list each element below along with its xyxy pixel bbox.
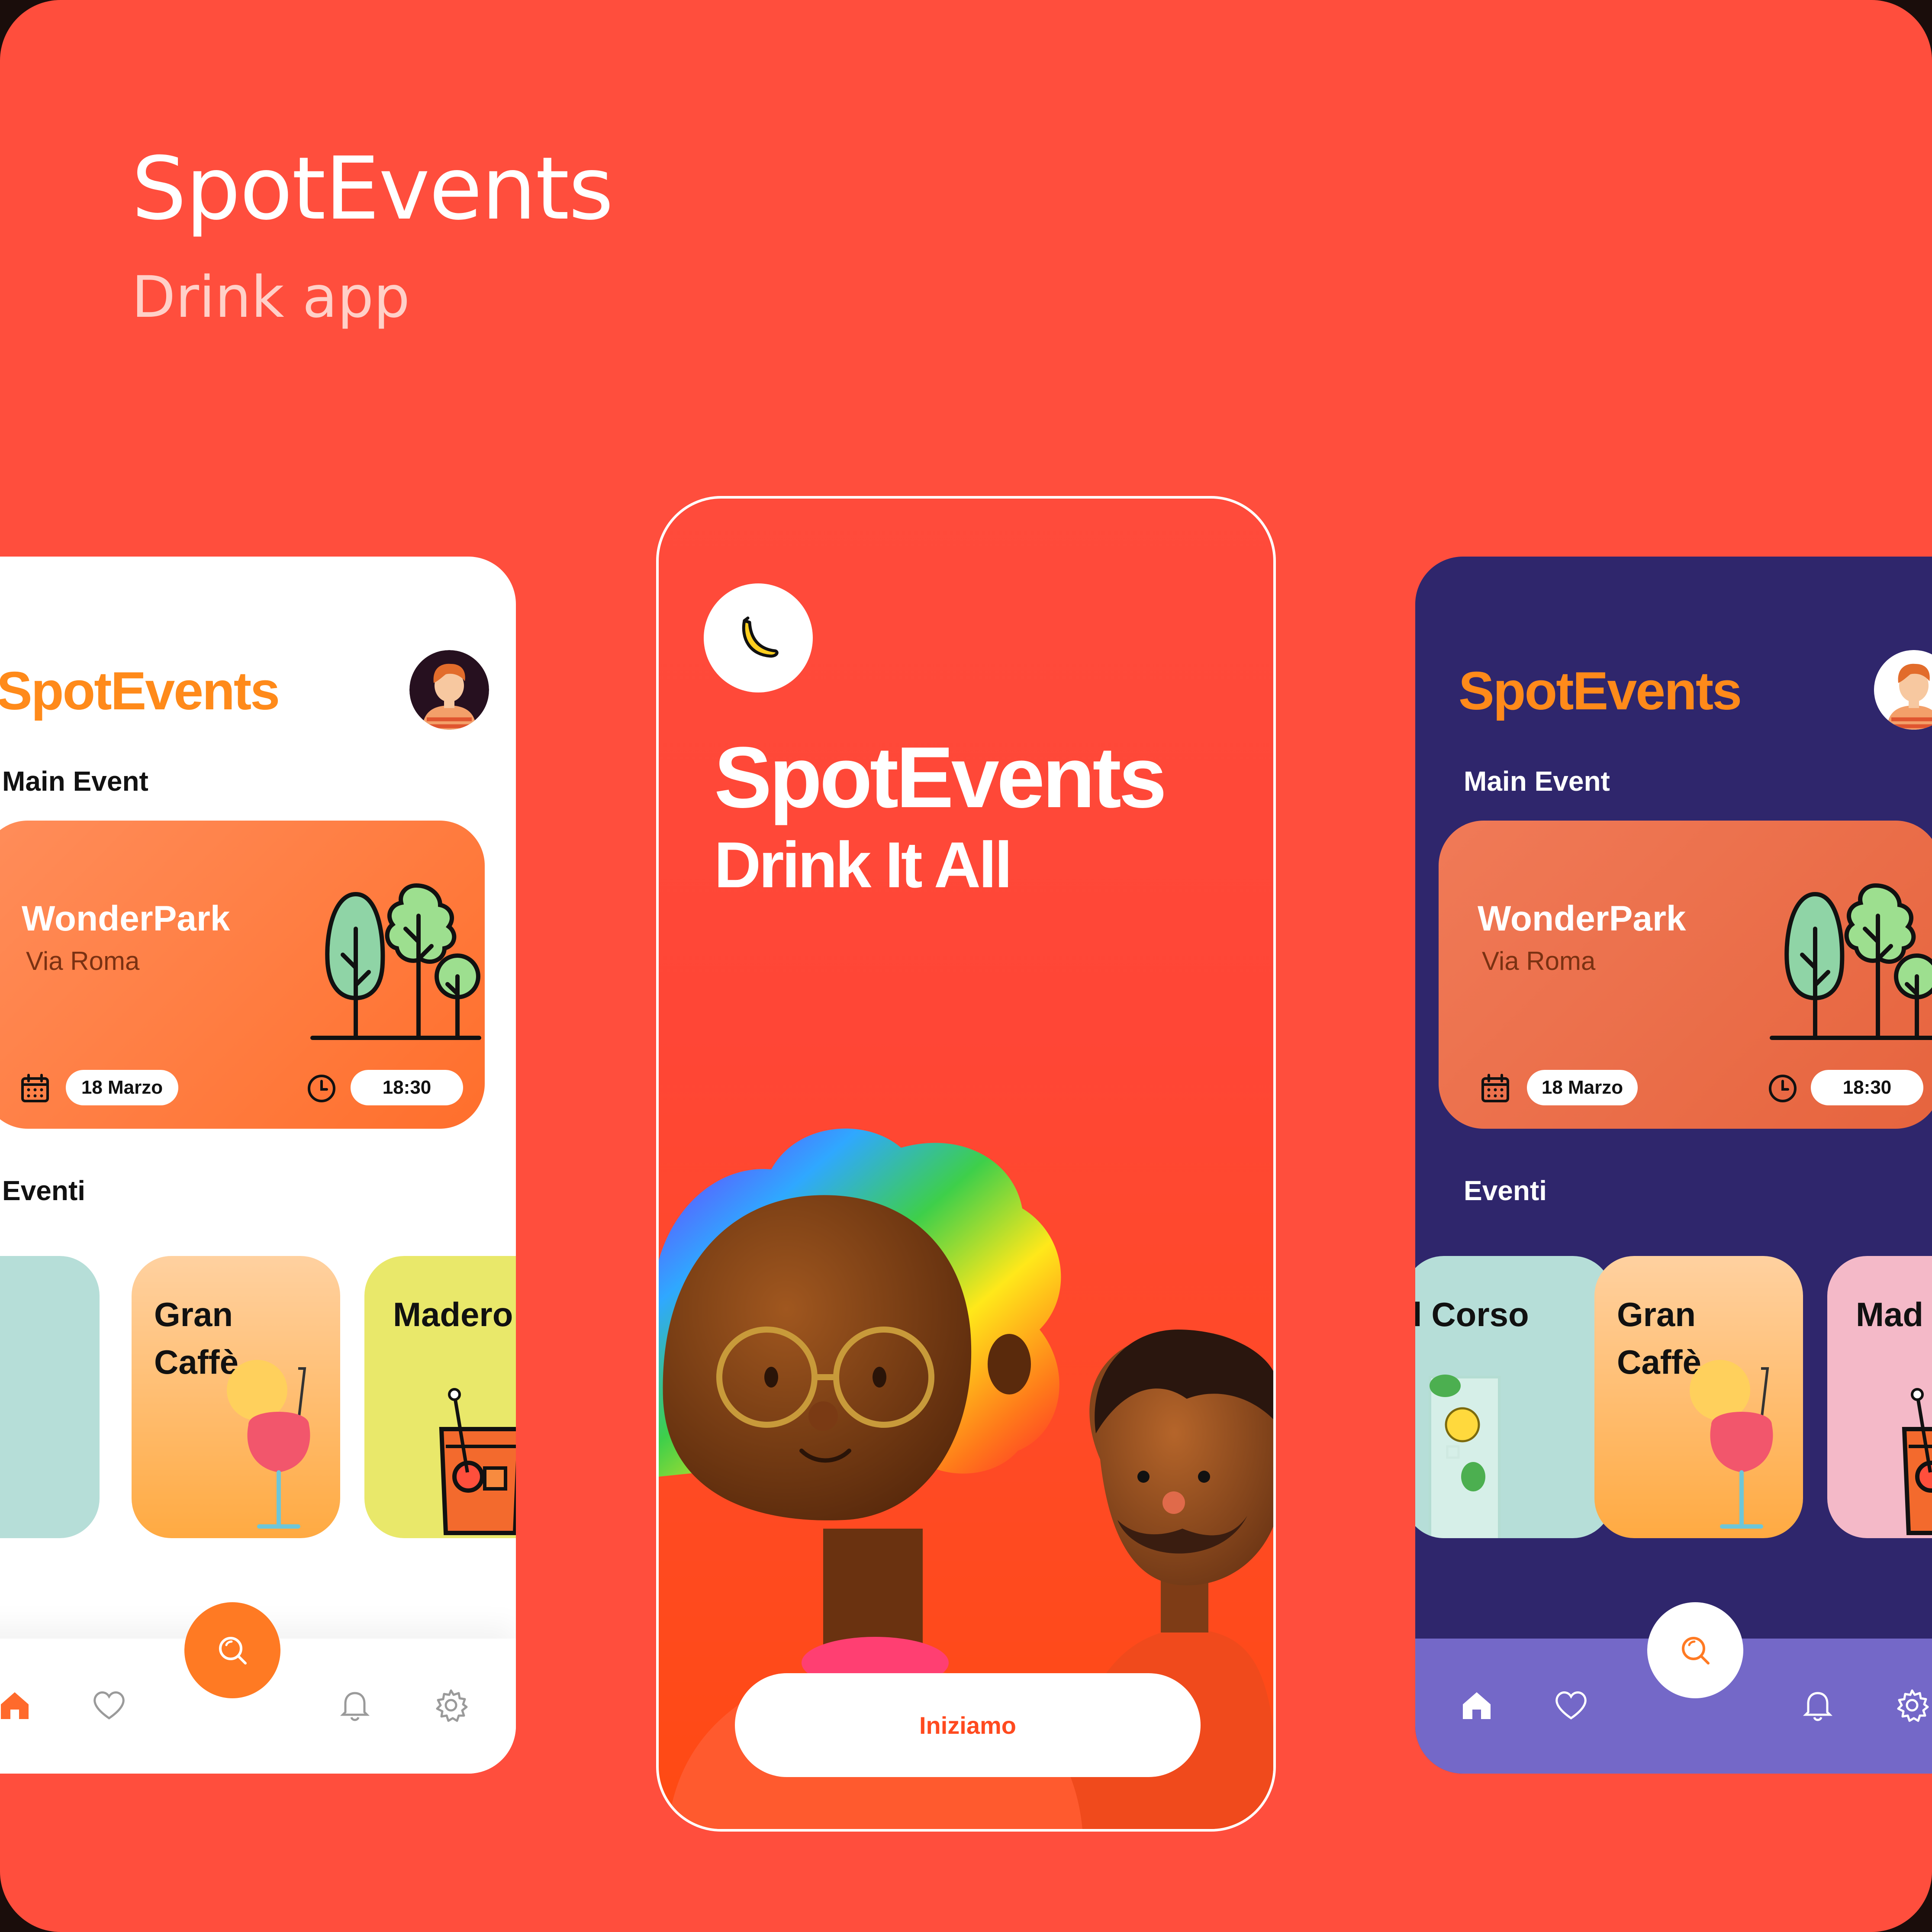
- welcome-tagline: Drink It All: [714, 828, 1013, 901]
- event-card-madero[interactable]: Madero: [364, 1256, 516, 1538]
- main-event-heading: Main Event: [1464, 766, 1610, 797]
- phone-dark-home: SpotEvents Main Event WonderPark Via Rom…: [1415, 557, 1932, 1774]
- clock-icon: [1768, 1073, 1798, 1104]
- cocktail-glass-icon: [218, 1360, 331, 1538]
- calendar-icon: [20, 1073, 50, 1104]
- cocktail-glass-icon: [1681, 1360, 1794, 1538]
- page-subtitle: Drink app: [132, 264, 410, 331]
- spritz-glass-icon: [1900, 1386, 1932, 1538]
- calendar-icon: [1480, 1073, 1510, 1104]
- bell-icon[interactable]: [1800, 1687, 1836, 1723]
- event-card-gran-caffe[interactable]: Gran Caffè: [132, 1256, 340, 1538]
- spritz-glass-icon: [437, 1386, 516, 1538]
- event-time-badge: 18:30: [1811, 1070, 1923, 1105]
- home-icon[interactable]: [1459, 1687, 1495, 1723]
- event-date-badge: 18 Marzo: [1527, 1070, 1638, 1105]
- home-icon[interactable]: [0, 1687, 33, 1723]
- event-location: Via Roma: [1482, 947, 1596, 976]
- main-event-heading: Main Event: [2, 766, 148, 797]
- search-icon: [1677, 1632, 1713, 1668]
- event-card-corso[interactable]: l Corso: [1415, 1256, 1613, 1538]
- event-date-badge: 18 Marzo: [66, 1070, 178, 1105]
- event-card-label: l Corso: [1415, 1295, 1529, 1333]
- event-card-corso[interactable]: orso: [0, 1256, 100, 1538]
- bell-icon[interactable]: [337, 1687, 373, 1723]
- search-icon: [214, 1632, 251, 1668]
- event-title: WonderPark: [22, 899, 230, 938]
- mojito-glass-icon: [1421, 1351, 1508, 1538]
- phone-welcome: SpotEvents Drink It All Iniziamo: [656, 496, 1276, 1832]
- search-button[interactable]: [184, 1602, 280, 1698]
- event-card-label: Mad: [1856, 1295, 1923, 1333]
- events-heading: Eventi: [1464, 1175, 1547, 1206]
- welcome-brand: SpotEvents: [714, 729, 1167, 826]
- search-button[interactable]: [1647, 1602, 1743, 1698]
- start-button[interactable]: Iniziamo: [735, 1673, 1201, 1777]
- page-title: SpotEvents: [132, 138, 614, 239]
- event-card-label: Madero: [393, 1295, 513, 1333]
- gear-icon[interactable]: [1894, 1687, 1930, 1723]
- event-time-badge: 18:30: [351, 1070, 463, 1105]
- clock-icon: [306, 1073, 337, 1104]
- event-title: WonderPark: [1478, 899, 1686, 938]
- avatar[interactable]: [1874, 650, 1932, 730]
- heart-icon[interactable]: [91, 1687, 127, 1723]
- trees-illustration-icon: [308, 868, 481, 1050]
- heart-icon[interactable]: [1553, 1687, 1589, 1723]
- main-event-card[interactable]: WonderPark Via Roma 18 Marzo 18:30: [1439, 821, 1932, 1129]
- avatar-image: [1874, 650, 1932, 730]
- app-logo: [704, 583, 813, 692]
- avatar[interactable]: [409, 650, 489, 730]
- event-card-gran-caffe[interactable]: Gran Caffè: [1594, 1256, 1803, 1538]
- app-brand: SpotEvents: [0, 661, 280, 721]
- phone-light-home: SpotEvents Main Event WonderPark Via Rom…: [0, 557, 516, 1774]
- gear-icon[interactable]: [433, 1687, 469, 1723]
- event-location: Via Roma: [26, 947, 140, 976]
- trees-illustration-icon: [1768, 868, 1932, 1050]
- app-brand: SpotEvents: [1459, 661, 1742, 721]
- events-heading: Eventi: [2, 1175, 86, 1206]
- banana-icon: [742, 616, 779, 658]
- event-card-madero[interactable]: Mad: [1827, 1256, 1932, 1538]
- presentation-canvas: SpotEvents Drink app SpotEvents Main Eve…: [0, 0, 1932, 1932]
- avatar-image: [409, 650, 489, 730]
- main-event-card[interactable]: WonderPark Via Roma 18 Marzo 18:30: [0, 821, 485, 1129]
